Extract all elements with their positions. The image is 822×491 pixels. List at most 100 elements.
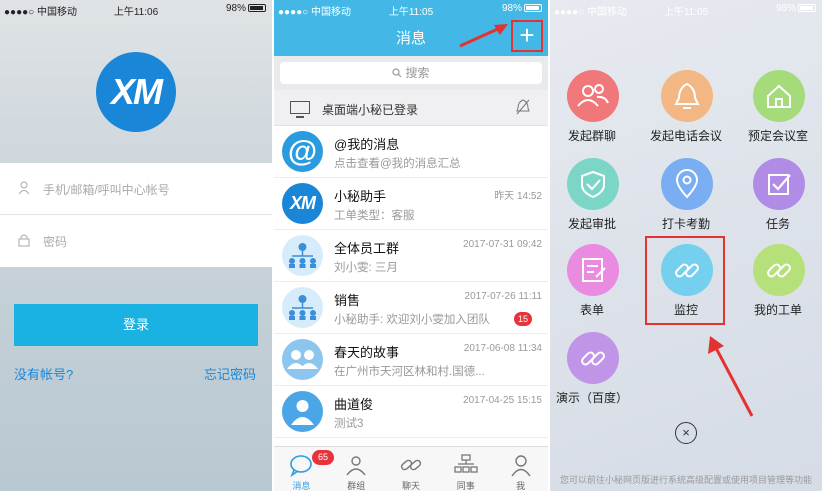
checkbox-icon — [768, 174, 791, 195]
password-field[interactable]: 密码 — [0, 215, 272, 267]
item-subtitle: 测试3 — [334, 418, 364, 430]
attendance-button[interactable]: 打卡考勤 — [646, 158, 726, 238]
desktop-login-notice[interactable]: 桌面端小秘已登录 — [274, 90, 548, 126]
search-placeholder: 搜索 — [405, 66, 430, 80]
tab-messages[interactable]: 消息 65 — [274, 447, 334, 491]
list-item[interactable]: 销售 小秘助手: 欢迎刘小雯加入团队 2017-07-26 11:11 15 — [274, 282, 548, 334]
register-link[interactable]: 没有帐号? — [14, 364, 73, 383]
org-chart-icon — [289, 295, 316, 320]
attendance-icon — [661, 158, 713, 210]
item-time: 2017-07-31 09:42 — [463, 239, 542, 250]
list-item[interactable]: 曲道俊 测试3 2017-04-25 15:15 — [274, 386, 548, 438]
menu-label: 任务 — [765, 217, 790, 231]
link-icon — [767, 263, 791, 278]
start-approval-button[interactable]: 发起审批 — [552, 158, 632, 238]
list-item[interactable]: 春天的故事 在广州市天河区林和村.国德... 2017-06-08 11:34 — [274, 334, 548, 386]
link-icon — [581, 351, 605, 366]
status-bar: ●●●●○ 中国移动 上午11:05 98% — [550, 0, 822, 18]
person-icon — [291, 400, 314, 425]
start-conference-call-button[interactable]: 发起电话会议 — [646, 70, 726, 150]
task-icon — [753, 158, 805, 210]
battery-icon — [248, 4, 266, 13]
item-name: 曲道俊 — [334, 397, 374, 412]
item-subtitle: 小秘助手: 欢迎刘小雯加入团队 — [334, 314, 490, 326]
menu-label: 发起电话会议 — [649, 129, 722, 143]
shield-check-icon — [581, 170, 605, 199]
close-button[interactable]: × — [675, 422, 697, 444]
person-avatar — [282, 391, 323, 432]
tab-me[interactable]: 我 — [493, 447, 548, 491]
messages-header: ●●●●○ 中国移动 上午11:05 98% 消息 + — [274, 0, 548, 56]
demo-link-icon — [567, 332, 619, 384]
annotation-arrow-icon — [708, 336, 754, 417]
tickets-link-icon — [753, 244, 805, 296]
battery-indicator: 98% — [226, 3, 266, 14]
chat-bubble-icon — [290, 455, 313, 477]
tab-chat[interactable]: 聊天 — [384, 447, 439, 491]
menu-label: 表单 — [579, 303, 604, 317]
assistant-avatar: XM — [282, 183, 323, 224]
forgot-password-link[interactable]: 忘记密码 — [204, 364, 256, 383]
search-icon — [392, 68, 402, 78]
demo-baidu-button[interactable]: 演示（百度） — [552, 332, 632, 412]
desktop-notice-text: 桌面端小秘已登录 — [322, 103, 419, 117]
location-pin-icon — [675, 169, 699, 199]
messages-screen: ●●●●○ 中国移动 上午11:05 98% 消息 + 搜索 桌面端小秘已登录 … — [274, 0, 548, 491]
item-subtitle: 刘小雯: 三月 — [334, 262, 398, 274]
password-placeholder: 密码 — [43, 235, 68, 249]
item-time: 昨天 14:52 — [494, 191, 542, 202]
list-item[interactable]: @ @我的消息 点击查看@我的消息汇总 — [274, 126, 548, 178]
item-name: @我的消息 — [334, 137, 400, 152]
list-item[interactable]: XM 小秘助手 工单类型：客服 昨天 14:52 — [274, 178, 548, 230]
group-avatar — [282, 287, 323, 328]
tab-label: 聊天 — [401, 481, 420, 491]
battery-icon — [798, 4, 816, 13]
item-time: 2017-04-25 15:15 — [463, 395, 542, 406]
menu-label: 打卡考勤 — [661, 217, 710, 231]
tab-groups[interactable]: 群组 — [329, 447, 384, 491]
group-avatar — [282, 339, 323, 380]
monitor-icon — [290, 101, 310, 118]
battery-label: 98% — [225, 3, 246, 14]
search-input[interactable]: 搜索 — [280, 62, 542, 84]
item-time: 2017-06-08 11:34 — [463, 343, 542, 354]
item-name: 全体员工群 — [334, 241, 400, 256]
menu-label: 我的工单 — [753, 303, 802, 317]
house-icon — [767, 84, 791, 108]
item-subtitle: 在广州市天河区林和村.国德... — [334, 366, 485, 378]
task-button[interactable]: 任务 — [738, 158, 818, 238]
start-group-chat-button[interactable]: 发起群聊 — [552, 70, 632, 150]
form-icon — [567, 244, 619, 296]
bell-muted-icon — [516, 99, 530, 115]
item-time: 2017-07-26 11:11 — [464, 291, 542, 302]
item-name: 小秘助手 — [334, 189, 387, 204]
group-chat-icon — [567, 70, 619, 122]
meeting-room-icon — [753, 70, 805, 122]
user-icon — [18, 181, 30, 195]
menu-label: 发起审批 — [567, 217, 616, 231]
lock-icon — [18, 234, 30, 247]
tab-colleagues[interactable]: 同事 — [438, 447, 493, 491]
group-avatar — [282, 235, 323, 276]
tab-label: 同事 — [456, 481, 475, 491]
conversation-list: @ @我的消息 点击查看@我的消息汇总 XM 小秘助手 工单类型：客服 昨天 1… — [274, 126, 548, 438]
add-button[interactable]: + — [511, 20, 543, 52]
menu-label: 发起群聊 — [567, 129, 616, 143]
people-icon — [287, 350, 318, 369]
link-icon — [400, 459, 422, 471]
login-screen: ●●●●○ 中国移动 上午11:06 98% XM 手机/邮箱/呼叫中心帐号 密… — [0, 0, 272, 491]
account-field[interactable]: 手机/邮箱/呼叫中心帐号 — [0, 163, 272, 215]
people-icon — [577, 84, 609, 107]
my-tickets-button[interactable]: 我的工单 — [738, 244, 818, 324]
login-button[interactable]: 登录 — [14, 304, 258, 346]
book-meeting-room-button[interactable]: 预定会议室 — [738, 70, 818, 150]
edit-form-icon — [582, 258, 606, 282]
form-button[interactable]: 表单 — [552, 244, 632, 324]
org-tree-icon — [454, 454, 478, 473]
list-item[interactable]: 全体员工群 刘小雯: 三月 2017-07-31 09:42 — [274, 230, 548, 282]
group-icon — [346, 456, 366, 476]
menu-label: 演示（百度） — [555, 391, 628, 405]
menu-label: 预定会议室 — [747, 129, 808, 143]
login-form: 手机/邮箱/呼叫中心帐号 密码 — [0, 163, 272, 267]
battery-indicator: 98% — [776, 3, 816, 14]
